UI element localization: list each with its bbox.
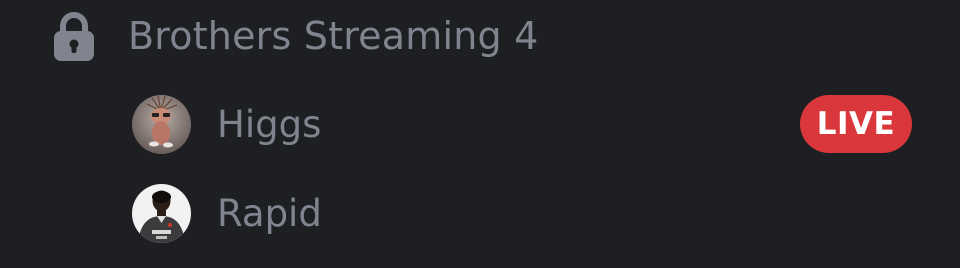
user-name: Higgs: [217, 102, 322, 146]
avatar-rapid: [132, 183, 191, 243]
avatar-higgs: [132, 94, 191, 154]
voice-user-higgs[interactable]: Higgs LIVE: [132, 94, 912, 154]
voice-channel-header[interactable]: Brothers Streaming 4: [52, 8, 538, 64]
live-badge: LIVE: [800, 95, 912, 153]
voice-user-rapid[interactable]: Rapid: [132, 183, 322, 243]
channel-name: Brothers Streaming 4: [128, 14, 539, 58]
lock-icon: [52, 11, 96, 61]
user-name: Rapid: [217, 191, 322, 235]
